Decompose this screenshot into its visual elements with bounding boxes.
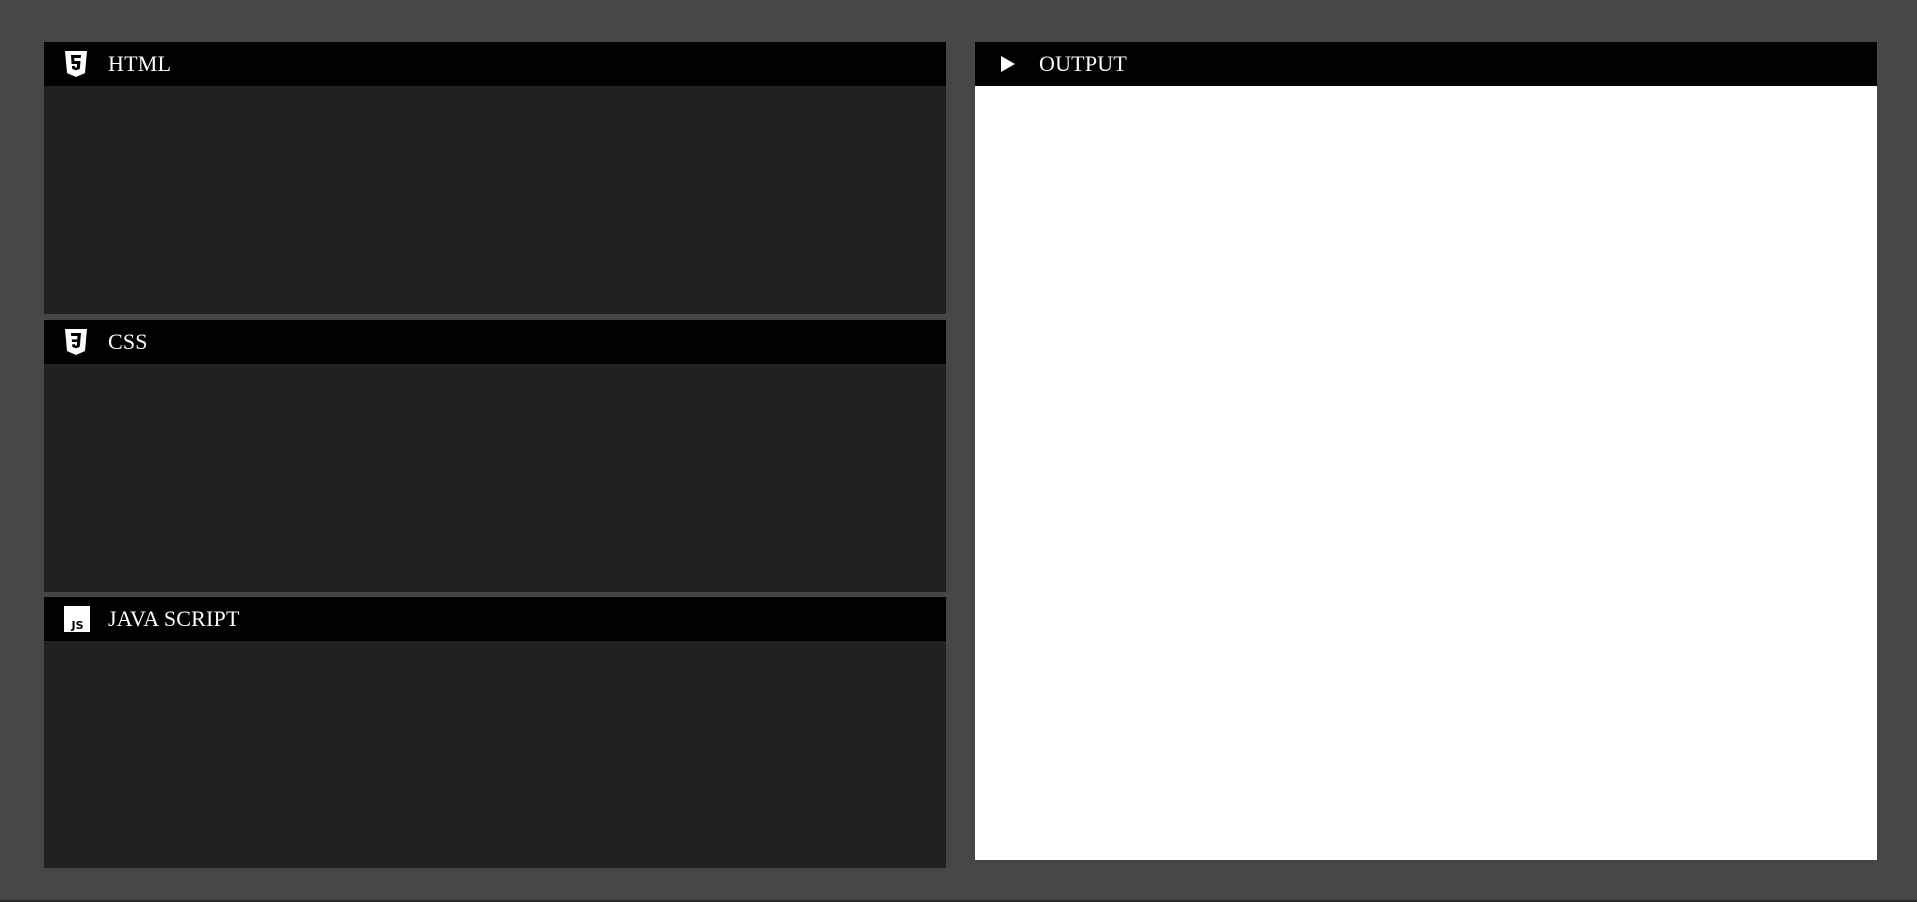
html-pane: HTML <box>44 42 946 314</box>
js-pane: JS JAVA SCRIPT <box>44 597 946 868</box>
css-pane-header: CSS <box>44 320 946 364</box>
js-icon: JS <box>64 606 90 632</box>
html5-icon <box>64 51 88 77</box>
js-pane-header: JS JAVA SCRIPT <box>44 597 946 641</box>
js-editor[interactable] <box>44 641 946 868</box>
play-icon[interactable] <box>995 51 1019 77</box>
css-editor[interactable] <box>44 364 946 592</box>
css3-icon <box>64 329 88 355</box>
html-editor[interactable] <box>44 86 946 314</box>
svg-text:JS: JS <box>70 619 83 632</box>
output-frame[interactable] <box>975 86 1877 860</box>
css-pane-title: CSS <box>108 329 148 354</box>
html-pane-header: HTML <box>44 42 946 86</box>
editor-column: HTML CSS JS JAVA SCRIPT <box>44 42 946 868</box>
output-pane-title: OUTPUT <box>1039 51 1127 76</box>
app-root: HTML CSS JS JAVA SCRIPT OUTPUT <box>0 0 1917 902</box>
html-pane-title: HTML <box>108 51 172 76</box>
js-pane-title: JAVA SCRIPT <box>108 606 240 631</box>
css-pane: CSS <box>44 320 946 592</box>
output-pane: OUTPUT <box>975 42 1877 860</box>
output-pane-header: OUTPUT <box>975 42 1877 86</box>
